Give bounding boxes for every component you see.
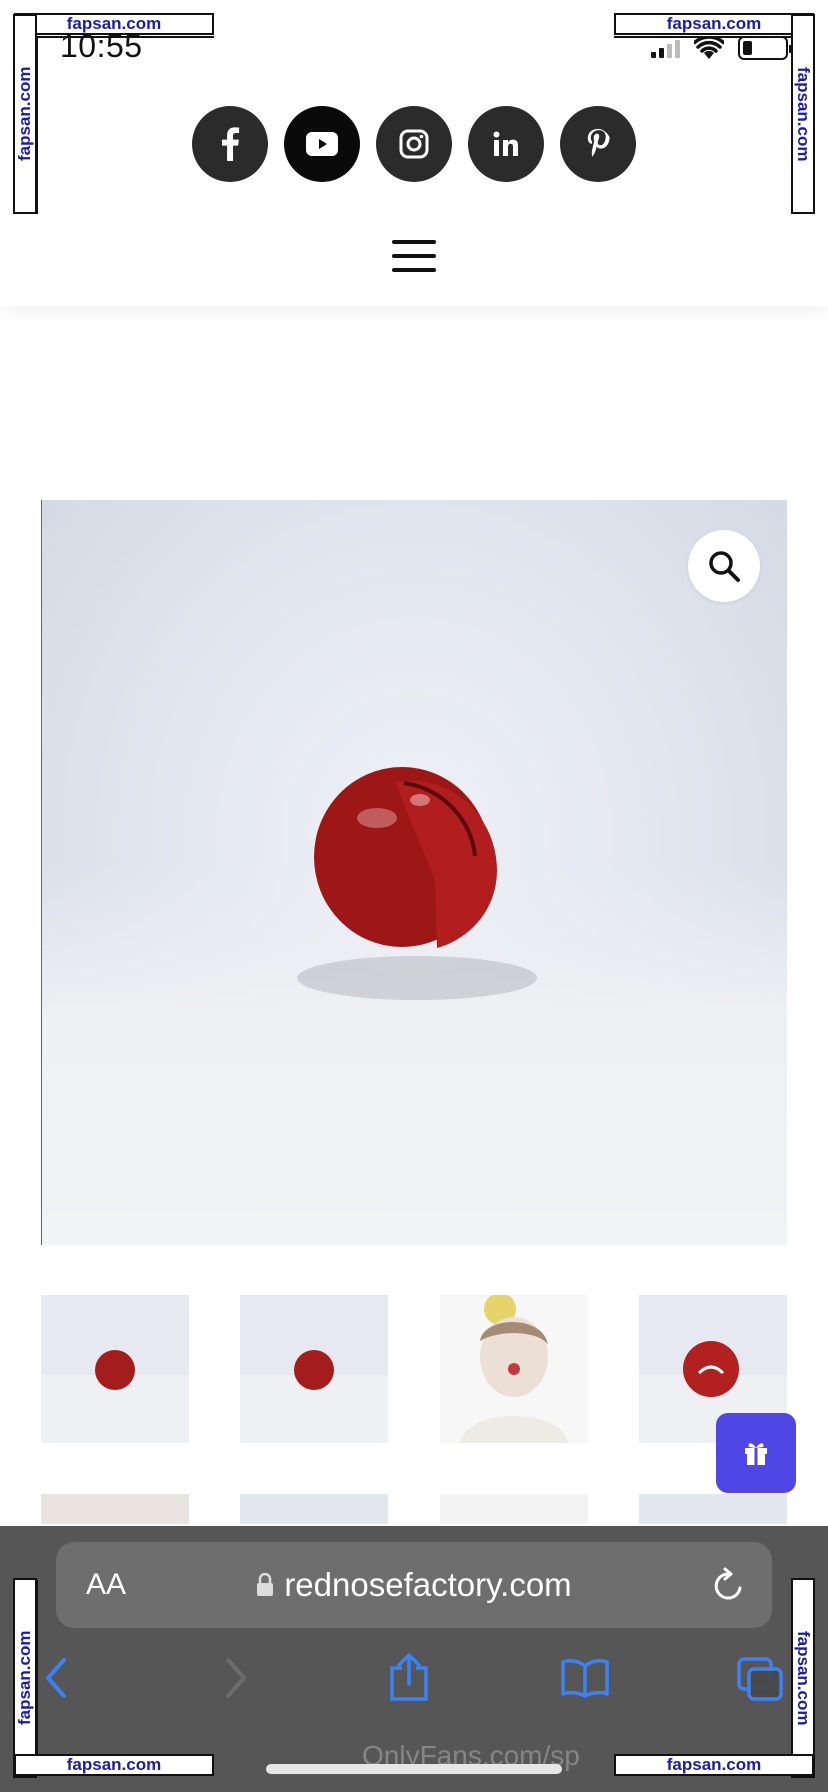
- thumbnail-gallery: [41, 1295, 787, 1443]
- watermark-right-bottom: fapsan.com: [791, 1578, 815, 1778]
- tabs-icon[interactable]: [736, 1656, 784, 1702]
- share-icon[interactable]: [388, 1652, 430, 1702]
- url-display[interactable]: rednosefactory.com: [56, 1566, 772, 1604]
- person-thumbnail: [439, 1295, 588, 1443]
- youtube-button[interactable]: [284, 106, 360, 182]
- back-icon[interactable]: [44, 1658, 68, 1698]
- gift-button[interactable]: [716, 1413, 796, 1493]
- thumbnail-6[interactable]: [240, 1494, 389, 1524]
- linkedin-icon: [493, 131, 518, 156]
- facebook-button[interactable]: [192, 106, 268, 182]
- instagram-button[interactable]: [376, 106, 452, 182]
- watermark-bottom-right: fapsan.com: [614, 1754, 814, 1776]
- red-nose-thumbnail: [240, 1295, 389, 1443]
- watermark-right-top: fapsan.com: [791, 14, 815, 214]
- thumbnail-8[interactable]: [638, 1494, 787, 1524]
- watermark-left-bottom: fapsan.com: [13, 1578, 37, 1778]
- thumbnail-3[interactable]: [439, 1295, 588, 1443]
- magnifier-icon: [709, 551, 740, 582]
- social-links: [0, 106, 828, 182]
- thumbnail-2[interactable]: [240, 1295, 389, 1443]
- red-nose-thumbnail: [41, 1295, 189, 1443]
- bookmarks-icon[interactable]: [560, 1658, 610, 1698]
- wifi-icon: [694, 37, 724, 59]
- youtube-icon: [306, 132, 338, 156]
- pinterest-icon: [587, 128, 610, 157]
- linkedin-button[interactable]: [468, 106, 544, 182]
- pinterest-button[interactable]: [560, 106, 636, 182]
- status-icons: [651, 36, 792, 60]
- red-nose-image: [297, 767, 537, 1000]
- lock-icon: [257, 1573, 274, 1596]
- gift-icon: [745, 1443, 767, 1465]
- instagram-icon: [399, 129, 429, 159]
- watermark-frame-line: [36, 36, 214, 38]
- thumbnail-5[interactable]: [41, 1494, 189, 1524]
- battery-icon: [738, 36, 792, 60]
- thumbnail-7[interactable]: [439, 1494, 588, 1524]
- home-indicator: [266, 1764, 562, 1774]
- watermark-left-top: fapsan.com: [13, 14, 37, 214]
- thumbnail-1[interactable]: [41, 1295, 189, 1443]
- zoom-button[interactable]: [688, 530, 760, 602]
- watermark-bottom-left: fapsan.com: [14, 1754, 214, 1776]
- hamburger-menu-icon[interactable]: [392, 240, 436, 272]
- watermark-top-left: fapsan.com: [14, 13, 214, 35]
- browser-toolbar: [0, 1640, 828, 1720]
- thumbnail-gallery-row-2: [41, 1494, 787, 1524]
- forward-icon[interactable]: [224, 1658, 248, 1698]
- address-bar[interactable]: AA rednosefactory.com: [56, 1542, 772, 1628]
- product-main-image[interactable]: [41, 500, 787, 1245]
- facebook-icon: [221, 127, 240, 161]
- watermark-top-right: fapsan.com: [614, 13, 814, 35]
- reload-icon[interactable]: [710, 1566, 746, 1604]
- cellular-signal-icon: [651, 38, 680, 58]
- watermark-frame-line: [614, 36, 792, 38]
